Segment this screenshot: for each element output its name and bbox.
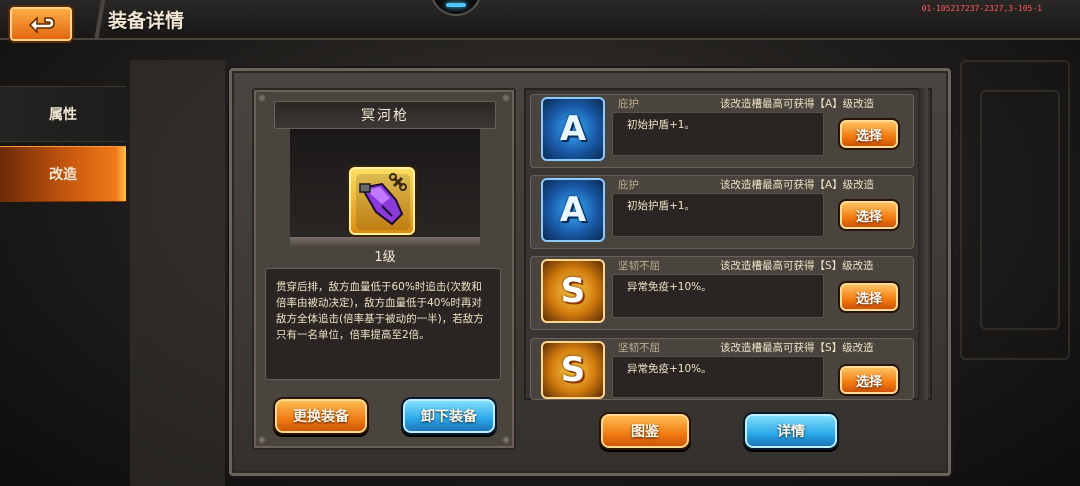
grade-a-icon: A [541,178,605,242]
select-button[interactable]: 选择 [838,364,900,396]
page-title: 装备详情 [108,10,185,32]
slot-effect: 初始护盾+1。 [612,193,824,237]
slot-title: 庇护 [618,179,639,191]
rivet [258,436,266,444]
button-label: 更换装备 [293,409,349,425]
grade-a-icon: A [541,97,605,161]
button-label: 选择 [855,209,882,225]
equipment-description: 贯穿后排，敌方血量低于60%时追击(次数和倍率由被动决定)，敌方血量低于40%时… [265,268,501,380]
sidebar-item-attributes[interactable]: 属性 [0,86,126,142]
slot-effect: 初始护盾+1。 [612,112,824,156]
rivet [502,436,510,444]
equipment-level: 1级 [374,250,396,265]
details-button[interactable]: 详情 [743,412,839,450]
slot-title: 坚韧不屈 [618,342,660,354]
button-label: 选择 [855,128,882,144]
top-sensor-ornament [430,0,482,16]
select-button[interactable]: 选择 [838,118,900,150]
unequip-button[interactable]: 卸下装备 [401,397,497,435]
select-button[interactable]: 选择 [838,199,900,231]
sidebar-item-label: 属性 [49,107,77,123]
version-string: 01-105217237-2327,3-105-1 [921,4,1042,13]
sidebar-item-modify[interactable]: 改造 [0,146,126,202]
rivet [502,94,510,102]
slot-hint: 该改造槽最高可获得【S】级改造 [720,342,874,354]
grade-s-icon: S [541,259,605,323]
scroll-track[interactable] [918,88,928,400]
slot-title: 庇护 [618,98,639,110]
slot-hint: 该改造槽最高可获得【S】级改造 [720,260,874,272]
replace-equipment-button[interactable]: 更换装备 [273,397,369,435]
slot-hint: 该改造槽最高可获得【A】级改造 [720,179,875,191]
button-label: 选择 [855,374,882,390]
slot-effect: 异常免疫+10%。 [612,274,824,318]
button-label: 图鉴 [631,424,659,440]
equipment-icon[interactable] [347,165,417,237]
rivet [258,94,266,102]
sidebar-item-label: 改造 [49,167,77,183]
grade-s-icon: S [541,341,605,399]
background-door-inner [980,90,1060,330]
button-label: 选择 [855,291,882,307]
slot-hint: 该改造槽最高可获得【A】级改造 [720,98,875,110]
gallery-button[interactable]: 图鉴 [599,412,691,450]
top-bar: 装备详情 01-105217237-2327,3-105-1 [0,0,1080,43]
back-button[interactable] [8,5,74,43]
sidebar: 属性 改造 [0,86,126,202]
select-button[interactable]: 选择 [838,281,900,313]
back-arrow-icon [28,16,55,34]
background-panel-left [130,60,225,486]
button-label: 卸下装备 [421,409,477,425]
slot-effect: 异常免疫+10%。 [612,356,824,398]
button-label: 详情 [777,424,805,440]
gun-icon [356,173,410,230]
equipment-name: 冥河枪 [274,101,496,129]
slot-title: 坚韧不屈 [618,260,660,272]
